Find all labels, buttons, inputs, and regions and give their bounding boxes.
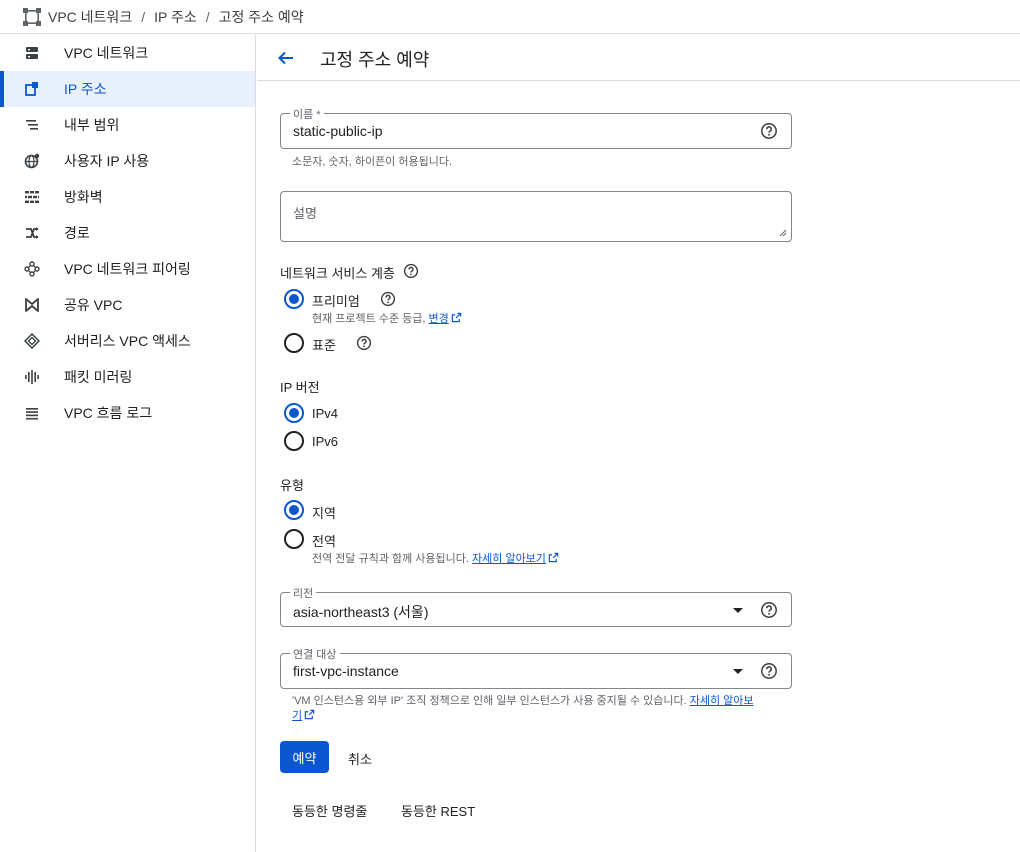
sidebar-item-serverless[interactable]: 서버리스 VPC 액세스 xyxy=(0,323,255,359)
sidebar-item-ip-address[interactable]: IP 주소 xyxy=(0,71,255,107)
equivalent-command-line-button[interactable]: 동등한 명령줄 xyxy=(292,801,367,820)
external-link-icon xyxy=(451,312,461,323)
sidebar-item-label: 방화벽 xyxy=(64,189,103,205)
help-icon[interactable] xyxy=(380,291,396,307)
description-placeholder: 설명 xyxy=(293,206,317,221)
type-regional-label: 지역 xyxy=(312,506,336,521)
learn-more-link-cont[interactable]: 기 xyxy=(292,710,302,722)
breadcrumb-reserve-static: 고정 주소 예약 xyxy=(218,8,304,25)
sidebar-item-firewall[interactable]: 방화벽 xyxy=(0,179,255,215)
attach-to-hint: 'VM 인스턴스용 외부 IP' 조직 정책으로 인해 일부 인스턴스가 사용 … xyxy=(292,694,772,724)
cancel-button[interactable]: 취소 xyxy=(348,749,372,768)
reserve-button[interactable]: 예약 xyxy=(280,741,329,773)
globe-icon xyxy=(24,153,40,169)
name-field-value: static-public-ip xyxy=(293,123,383,139)
sidebar-item-label: 내부 범위 xyxy=(64,117,120,133)
sidebar-item-label: 서버리스 VPC 액세스 xyxy=(64,333,191,349)
ip-address-icon xyxy=(24,81,40,97)
region-value: asia-northeast3 (서울) xyxy=(293,604,429,620)
ipv6-label: IPv6 xyxy=(312,434,339,449)
type-regional-radio[interactable] xyxy=(284,500,304,520)
packet-mirroring-icon xyxy=(24,369,40,385)
ip-version-label: IP 버전 xyxy=(280,380,320,395)
sidebar: VPC 네트워크 IP 주소 내부 범위 사용자 IP 사용 방화벽 경로 VP… xyxy=(0,35,256,852)
shared-vpc-icon xyxy=(24,297,40,313)
learn-more-link[interactable]: 자세히 알아보기 xyxy=(472,553,546,565)
type-global-radio[interactable] xyxy=(284,529,304,549)
type-label: 유형 xyxy=(280,478,304,493)
sidebar-item-byoip[interactable]: 사용자 IP 사용 xyxy=(0,143,255,179)
help-icon[interactable] xyxy=(356,335,372,351)
tier-premium-radio[interactable] xyxy=(284,289,304,309)
sidebar-item-peering[interactable]: VPC 네트워크 피어링 xyxy=(0,251,255,287)
tier-label: 네트워크 서비스 계층 xyxy=(280,266,395,281)
ipv4-radio[interactable] xyxy=(284,403,304,423)
ipv6-radio[interactable] xyxy=(284,431,304,451)
page-header: 고정 주소 예약 xyxy=(257,35,1020,81)
breadcrumb-separator: / xyxy=(141,8,146,25)
help-icon[interactable] xyxy=(760,601,778,619)
change-tier-link[interactable]: 변경 xyxy=(428,313,448,325)
type-global-hint-text: 전역 전달 규칙과 함께 사용됩니다. xyxy=(312,553,473,565)
tier-premium-hint-text: 현재 프로젝트 수준 등급, xyxy=(312,313,429,325)
external-link-icon xyxy=(304,709,315,720)
equivalent-rest-button[interactable]: 동등한 REST xyxy=(401,801,475,820)
dropdown-arrow-icon xyxy=(733,669,743,674)
name-field[interactable]: 이름 * static-public-ip xyxy=(280,106,792,149)
sidebar-item-shared-vpc[interactable]: 공유 VPC xyxy=(0,287,255,323)
routes-icon xyxy=(24,225,40,241)
breadcrumb-vpc-network[interactable]: VPC 네트워크 xyxy=(48,7,132,27)
page-title: 고정 주소 예약 xyxy=(320,50,430,70)
sidebar-item-label: 사용자 IP 사용 xyxy=(64,153,150,169)
flow-logs-icon xyxy=(24,405,40,421)
sidebar-item-internal-range[interactable]: 내부 범위 xyxy=(0,107,255,143)
attach-to-value: first-vpc-instance xyxy=(293,663,399,679)
help-icon[interactable] xyxy=(760,122,778,140)
type-global-hint: 전역 전달 규칙과 함께 사용됩니다. 자세히 알아보기 xyxy=(312,550,559,566)
sidebar-item-label: 패킷 미러링 xyxy=(64,369,133,385)
breadcrumb: VPC 네트워크 / IP 주소 / 고정 주소 예약 xyxy=(0,0,1020,34)
region-label: 리전 xyxy=(290,585,317,601)
dropdown-arrow-icon xyxy=(733,608,743,613)
help-icon[interactable] xyxy=(403,263,419,279)
tier-standard-label: 표준 xyxy=(312,338,336,353)
sidebar-item-vpc-network[interactable]: VPC 네트워크 xyxy=(0,35,255,71)
region-select[interactable]: 리전 asia-northeast3 (서울) xyxy=(280,585,792,627)
type-global-label: 전역 xyxy=(312,534,336,549)
description-field[interactable]: 설명 xyxy=(280,191,792,242)
vpc-network-icon xyxy=(24,45,40,61)
sidebar-item-label: 공유 VPC xyxy=(64,297,123,313)
sidebar-item-label: VPC 흐름 로그 xyxy=(64,405,153,421)
main-content: 고정 주소 예약 이름 * static-public-ip 소문자, 숫자, … xyxy=(257,35,1020,852)
tier-premium-hint: 현재 프로젝트 수준 등급, 변경 xyxy=(312,310,462,326)
internal-range-icon xyxy=(24,117,40,133)
breadcrumb-separator: / xyxy=(205,8,210,25)
firewall-icon xyxy=(24,189,40,205)
serverless-icon xyxy=(24,333,40,349)
back-arrow-icon[interactable] xyxy=(274,46,298,70)
attach-to-hint-text: 'VM 인스턴스용 외부 IP' 조직 정책으로 인해 일부 인스턴스가 사용 … xyxy=(292,695,690,707)
name-field-label: 이름 * xyxy=(290,106,324,122)
learn-more-link[interactable]: 자세히 알아보 xyxy=(690,695,754,707)
vpc-network-logo-icon xyxy=(22,7,42,27)
sidebar-item-packet-mirroring[interactable]: 패킷 미러링 xyxy=(0,359,255,395)
breadcrumb-ip-address[interactable]: IP 주소 xyxy=(154,7,197,27)
attach-to-select[interactable]: 연결 대상 first-vpc-instance xyxy=(280,646,792,689)
peering-icon xyxy=(24,261,40,277)
sidebar-item-label: IP 주소 xyxy=(64,81,107,97)
attach-to-label: 연결 대상 xyxy=(290,646,340,662)
help-icon[interactable] xyxy=(760,662,778,680)
sidebar-item-routes[interactable]: 경로 xyxy=(0,215,255,251)
sidebar-item-label: 경로 xyxy=(64,225,90,241)
name-hint: 소문자, 숫자, 하이픈이 허용됩니다. xyxy=(292,156,453,168)
ipv4-label: IPv4 xyxy=(312,406,339,421)
sidebar-item-label: VPC 네트워크 피어링 xyxy=(64,261,191,277)
tier-standard-radio[interactable] xyxy=(284,333,304,353)
sidebar-item-label: VPC 네트워크 xyxy=(64,45,149,61)
sidebar-item-flow-logs[interactable]: VPC 흐름 로그 xyxy=(0,395,255,431)
external-link-icon xyxy=(548,552,559,563)
tier-premium-label: 프리미엄 xyxy=(312,294,360,309)
resize-handle-icon[interactable] xyxy=(779,229,787,237)
